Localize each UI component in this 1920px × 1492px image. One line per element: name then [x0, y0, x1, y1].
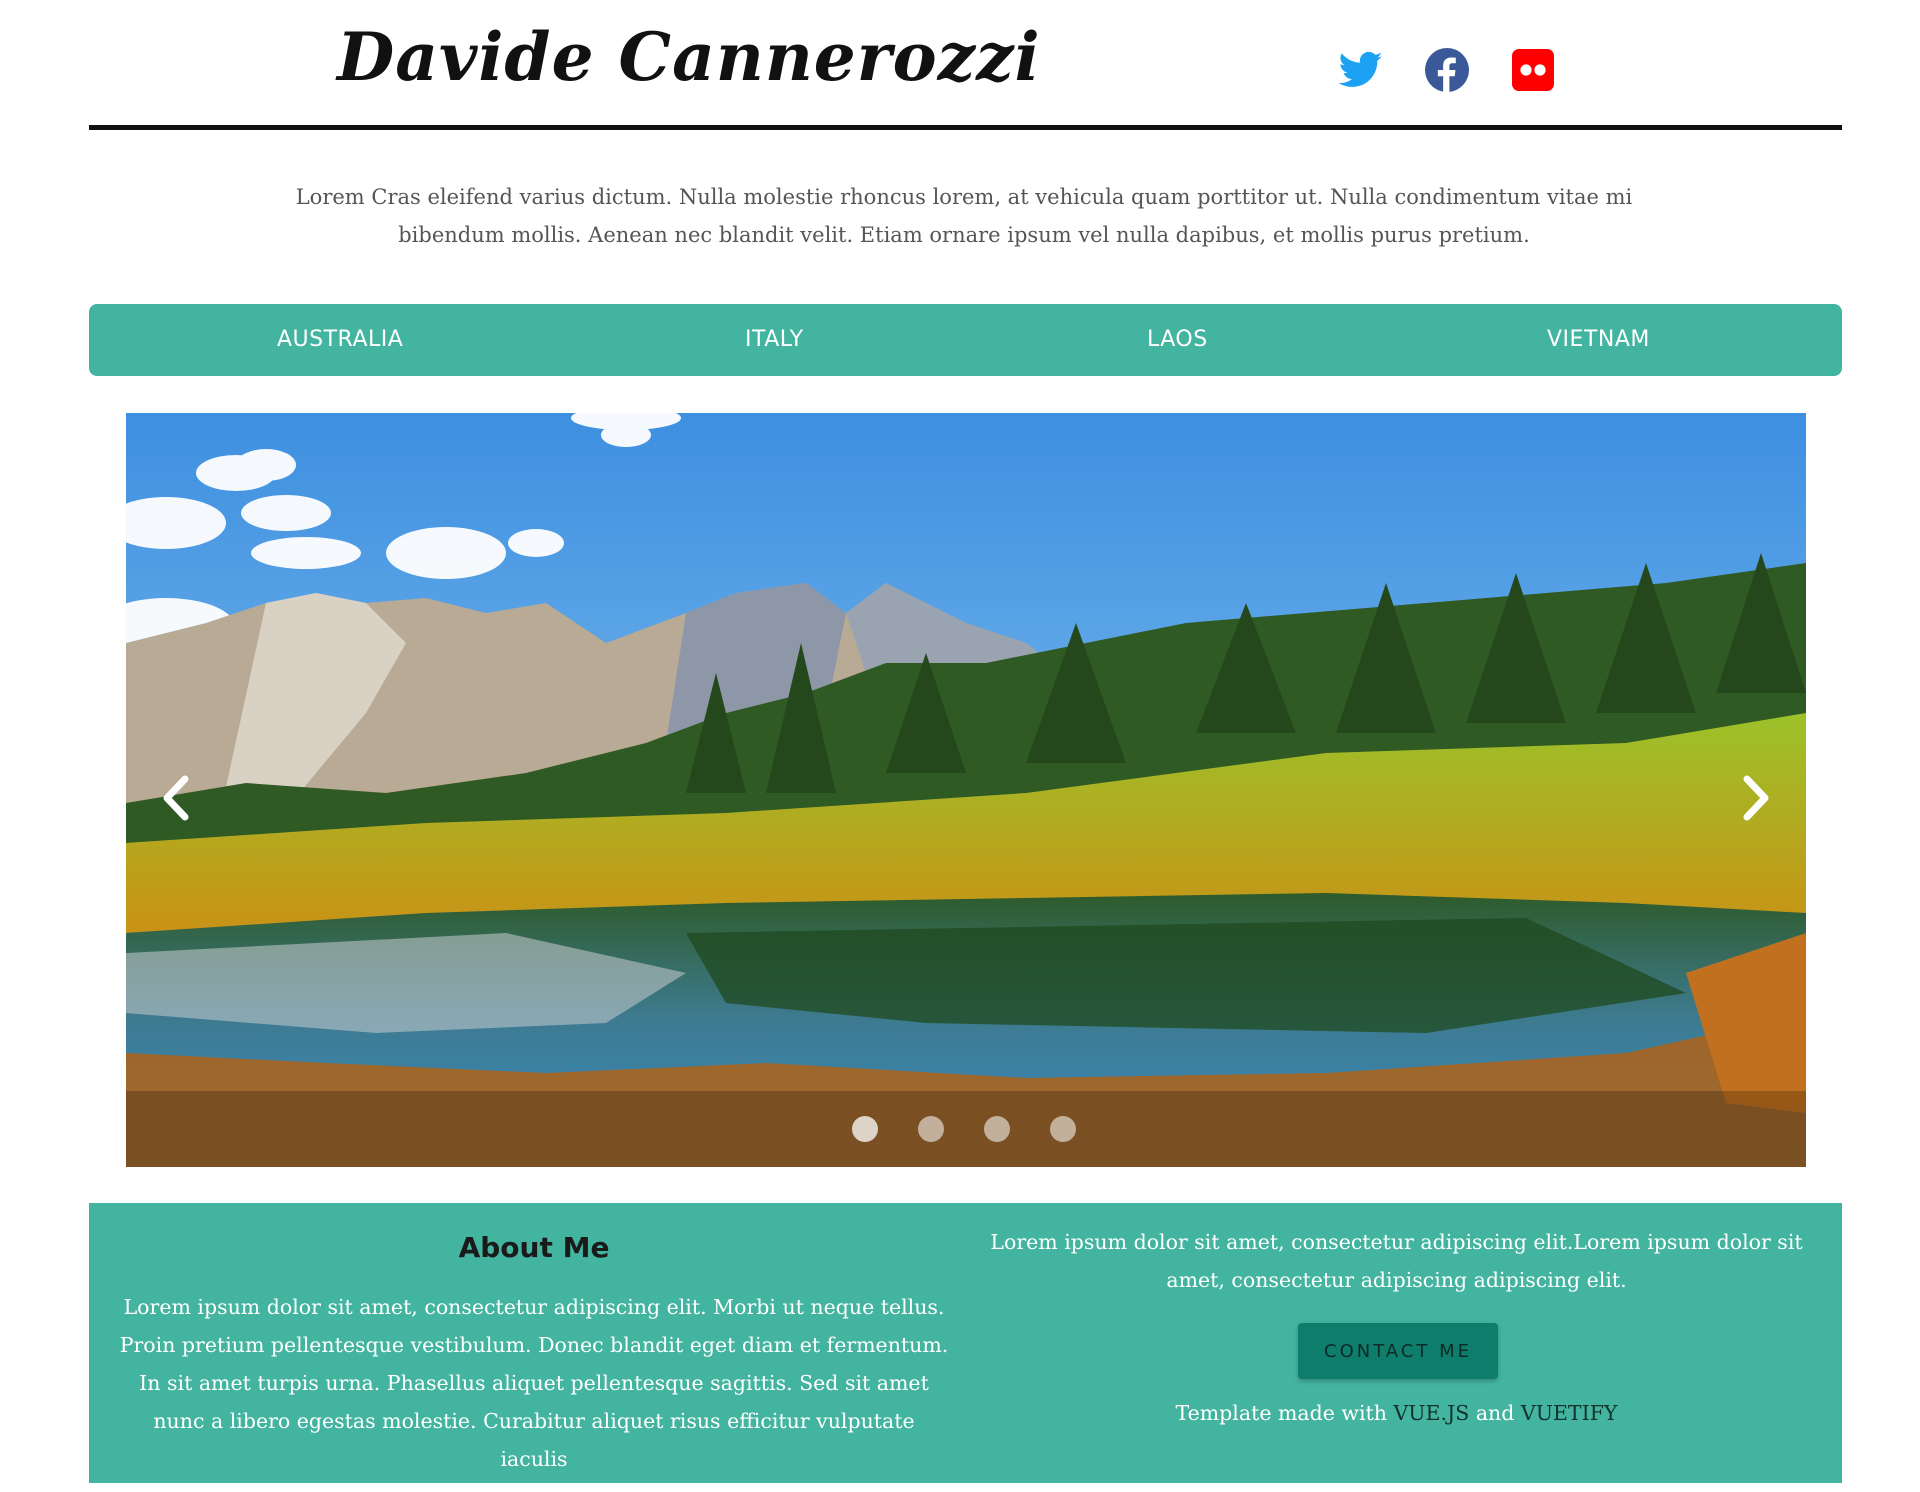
vuetify-link[interactable]: VUETIFY [1521, 1401, 1618, 1425]
twitter-icon [1339, 51, 1383, 87]
social-links [1339, 48, 1555, 92]
image-carousel [126, 413, 1806, 1167]
nav-item-vietnam[interactable]: VIETNAM [1547, 304, 1650, 376]
credit-prefix: Template made with [1175, 1401, 1394, 1425]
site-header: Davide Cannerozzi [89, 0, 1842, 130]
credit-and: and [1469, 1401, 1521, 1425]
carousel-dot-1[interactable] [852, 1116, 878, 1142]
landscape-image [126, 413, 1806, 1167]
facebook-link[interactable] [1425, 48, 1469, 92]
carousel-prev-button[interactable] [151, 763, 201, 833]
contact-me-button[interactable]: CONTACT ME [1298, 1323, 1498, 1379]
carousel-dot-3[interactable] [984, 1116, 1010, 1142]
carousel-next-button[interactable] [1731, 763, 1781, 833]
carousel-dot-4[interactable] [1050, 1116, 1076, 1142]
twitter-link[interactable] [1339, 48, 1383, 92]
carousel-dot-2[interactable] [918, 1116, 944, 1142]
site-footer: About Me Lorem ipsum dolor sit amet, con… [89, 1203, 1842, 1483]
chevron-left-icon [163, 775, 189, 821]
flickr-link[interactable] [1511, 48, 1555, 92]
template-credit: Template made with VUE.JS and VUETIFY [974, 1401, 1819, 1425]
footer-description: Lorem ipsum dolor sit amet, consectetur … [990, 1230, 1803, 1292]
flickr-icon [1512, 49, 1554, 91]
country-nav: AUSTRALIA ITALY LAOS VIETNAM [89, 304, 1842, 376]
site-logo[interactable]: Davide Cannerozzi [337, 18, 1041, 96]
about-title: About Me [458, 1231, 610, 1264]
chevron-right-icon [1743, 775, 1769, 821]
facebook-icon [1425, 48, 1469, 92]
nav-item-laos[interactable]: LAOS [1147, 304, 1208, 376]
vuejs-link[interactable]: VUE.JS [1393, 1401, 1469, 1425]
nav-item-australia[interactable]: AUSTRALIA [277, 304, 403, 376]
nav-item-italy[interactable]: ITALY [745, 304, 804, 376]
about-text: Lorem ipsum dolor sit amet, consectetur … [119, 1295, 949, 1471]
carousel-indicators [126, 1091, 1806, 1167]
intro-text: Lorem Cras eleifend varius dictum. Nulla… [295, 185, 1633, 247]
